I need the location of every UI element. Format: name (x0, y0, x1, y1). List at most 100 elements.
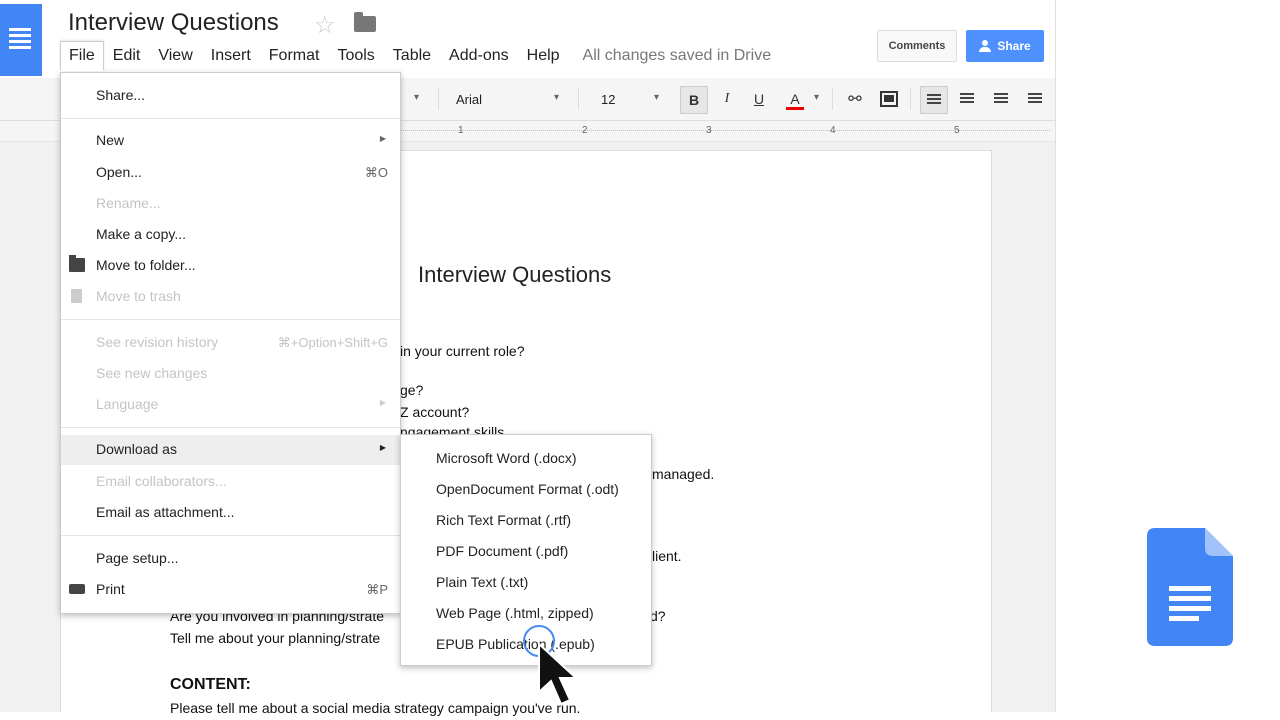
menu-item-language: Language ▶ (61, 390, 400, 418)
submenu-arrow-icon: ▶ (379, 443, 386, 452)
menu-item-rename: Rename... (61, 189, 400, 217)
ruler-number: 4 (830, 125, 836, 136)
text-color-dropdown-arrow[interactable]: ▾ (814, 92, 819, 103)
menu-separator (61, 319, 400, 320)
toolbar-divider (832, 88, 833, 110)
menu-item-label: Download as (96, 441, 177, 457)
menu-item-email-attachment[interactable]: Email as attachment... (61, 498, 400, 526)
menu-item-label: See new changes (96, 365, 208, 381)
download-html-zipped[interactable]: Web Page (.html, zipped) (436, 605, 594, 621)
menu-item-label: Page setup... (96, 550, 179, 566)
ruler-number: 2 (582, 125, 588, 136)
menu-item-revision-history: See revision history ⌘+Option+Shift+G (61, 328, 400, 356)
menu-format[interactable]: Format (260, 41, 329, 71)
person-icon (979, 40, 992, 52)
menu-item-share[interactable]: Share... (61, 81, 400, 109)
menu-item-label: Language (96, 396, 159, 412)
star-icon[interactable]: ☆ (314, 11, 336, 40)
document-heading: Interview Questions (418, 262, 612, 287)
underline-button[interactable]: U (746, 86, 772, 112)
menu-view[interactable]: View (149, 41, 201, 71)
document-line: lient. (652, 548, 682, 564)
menu-item-move-to-folder[interactable]: Move to folder... (61, 251, 400, 279)
style-dropdown-arrow[interactable]: ▾ (414, 92, 419, 103)
size-dropdown-arrow[interactable]: ▾ (654, 92, 659, 103)
menu-item-new-changes: See new changes (61, 359, 400, 387)
content-heading: CONTENT: (170, 676, 251, 693)
download-rtf[interactable]: Rich Text Format (.rtf) (436, 512, 571, 528)
font-dropdown-arrow[interactable]: ▾ (554, 92, 559, 103)
menu-item-label: Make a copy... (96, 226, 187, 242)
menu-item-email-collaborators: Email collaborators... (61, 467, 400, 495)
cursor-icon (538, 642, 579, 706)
menu-item-make-copy[interactable]: Make a copy... (61, 220, 400, 248)
submenu-arrow-icon: ▶ (379, 398, 386, 407)
font-size-select[interactable]: 12 (601, 92, 615, 107)
menu-item-shortcut: ⌘O (364, 165, 388, 180)
download-pdf[interactable]: PDF Document (.pdf) (436, 543, 568, 559)
menu-bar: File Edit View Insert Format Tools Table… (60, 40, 771, 72)
download-txt[interactable]: Plain Text (.txt) (436, 574, 528, 590)
menu-insert[interactable]: Insert (202, 41, 260, 71)
menu-item-label: Email as attachment... (96, 504, 235, 520)
toolbar-divider (910, 88, 911, 110)
menu-item-new[interactable]: New ▶ (61, 126, 400, 154)
menu-edit[interactable]: Edit (104, 41, 150, 71)
document-line: in your current role? (400, 343, 525, 359)
menu-item-label: Move to trash (96, 288, 181, 304)
text-color-button[interactable]: A (782, 86, 808, 112)
text-color-label: A (790, 91, 800, 107)
comments-button[interactable]: Comments (877, 30, 957, 62)
ruler-track (400, 130, 1050, 131)
menu-item-label: Print (96, 581, 125, 597)
folder-icon (69, 255, 85, 272)
align-right-icon[interactable] (988, 86, 1014, 112)
folder-icon[interactable] (354, 12, 376, 32)
document-line: ge? (400, 382, 424, 398)
menu-item-label: Move to folder... (96, 257, 196, 273)
menu-item-label: Share... (96, 87, 146, 103)
align-center-icon[interactable] (954, 86, 980, 112)
main-menu-icon[interactable] (0, 4, 42, 76)
google-docs-logo (1147, 528, 1233, 646)
print-icon (69, 584, 85, 594)
toolbar-divider (578, 88, 579, 110)
bold-button[interactable]: B (680, 86, 708, 114)
submenu-arrow-icon: ▶ (379, 134, 386, 143)
menu-item-print[interactable]: Print ⌘P (61, 575, 400, 603)
menu-add-ons[interactable]: Add-ons (440, 41, 518, 71)
title-bar: Interview Questions ☆ File Edit View Ins… (0, 0, 1055, 78)
menu-item-download-as[interactable]: Download as ▶ (61, 435, 400, 465)
menu-item-move-to-trash: Move to trash (61, 282, 400, 310)
menu-separator (61, 535, 400, 536)
align-left-icon[interactable] (920, 86, 948, 114)
menu-item-open[interactable]: Open... ⌘O (61, 158, 400, 186)
menu-item-label: See revision history (96, 334, 219, 350)
text-color-swatch (786, 107, 804, 110)
ruler-number: 1 (458, 125, 464, 136)
trash-icon (71, 289, 82, 303)
document-line: managed. (652, 466, 715, 482)
italic-button[interactable]: I (714, 86, 740, 112)
menu-item-shortcut: ⌘P (366, 582, 388, 597)
share-label: Share (997, 39, 1031, 53)
font-select[interactable]: Arial (456, 92, 482, 107)
download-odt[interactable]: OpenDocument Format (.odt) (436, 481, 619, 497)
document-line: Tell me about your planning/strate (170, 630, 381, 646)
toolbar-divider (438, 88, 439, 110)
menu-help[interactable]: Help (518, 41, 569, 71)
document-line: d? (650, 608, 666, 624)
menu-tools[interactable]: Tools (328, 41, 383, 71)
file-menu-dropdown: Share... New ▶ Open... ⌘O Rename... Make a… (60, 72, 401, 614)
justify-icon[interactable] (1022, 86, 1048, 112)
link-icon[interactable]: ⚯ (842, 86, 868, 112)
menu-item-page-setup[interactable]: Page setup... (61, 544, 400, 572)
download-docx[interactable]: Microsoft Word (.docx) (436, 450, 577, 466)
save-status[interactable]: All changes saved in Drive (583, 47, 772, 65)
menu-file[interactable]: File (60, 41, 104, 71)
menu-item-label: Open... (96, 164, 142, 180)
document-title[interactable]: Interview Questions (68, 9, 279, 37)
image-icon[interactable] (876, 86, 902, 112)
menu-table[interactable]: Table (384, 41, 440, 71)
share-button[interactable]: Share (966, 30, 1044, 62)
